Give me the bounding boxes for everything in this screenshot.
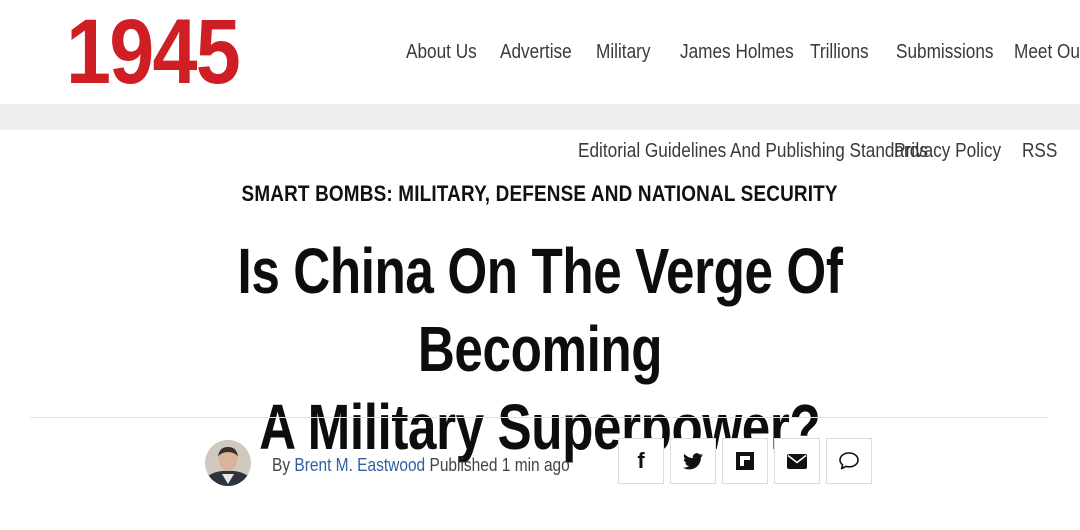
article-page: 1945 About Us Advertise Military James H… <box>0 0 1080 530</box>
headline-line-1: Is China On The Verge Of Becoming <box>237 235 843 385</box>
nav-privacy-policy[interactable]: Privacy Policy <box>894 138 1001 164</box>
published-time: 1 min ago <box>501 455 570 475</box>
nav-military[interactable]: Military <box>596 38 650 66</box>
site-header: 1945 About Us Advertise Military James H… <box>0 0 1080 104</box>
comment-icon <box>839 452 859 470</box>
header-band <box>0 104 1080 130</box>
author-avatar[interactable] <box>205 440 251 486</box>
share-comment-button[interactable] <box>826 438 872 484</box>
facebook-icon: f <box>637 448 645 473</box>
article-category[interactable]: SMART BOMBS: MILITARY, DEFENSE AND NATIO… <box>0 180 1080 208</box>
divider <box>30 417 1048 418</box>
site-logo[interactable]: 1945 <box>66 4 241 100</box>
nav-james-holmes[interactable]: James Holmes <box>680 38 794 66</box>
share-bar: f <box>618 438 872 484</box>
main-nav: About Us Advertise Military James Holmes… <box>406 38 1080 66</box>
nav-editorial-guidelines[interactable]: Editorial Guidelines And Publishing Stan… <box>578 138 928 164</box>
article-headline: Is China On The Verge Of Becoming A Mili… <box>20 232 1060 466</box>
flipboard-icon <box>736 452 754 470</box>
avatar-portrait <box>205 440 251 486</box>
nav-submissions[interactable]: Submissions <box>896 38 994 66</box>
byline: By Brent M. Eastwood Published 1 min ago <box>272 453 570 477</box>
nav-about-us[interactable]: About Us <box>406 38 477 66</box>
byline-prefix: By <box>272 455 291 475</box>
twitter-icon <box>683 452 703 469</box>
share-twitter-button[interactable] <box>670 438 716 484</box>
published-label: Published <box>429 455 498 475</box>
share-email-button[interactable] <box>774 438 820 484</box>
nav-trillions[interactable]: Trillions <box>810 38 869 66</box>
nav-advertise[interactable]: Advertise <box>500 38 572 66</box>
email-icon <box>787 453 807 469</box>
author-link[interactable]: Brent M. Eastwood <box>294 455 425 475</box>
nav-meet-our[interactable]: Meet Our <box>1014 38 1080 66</box>
article-category-label[interactable]: SMART BOMBS: MILITARY, DEFENSE AND NATIO… <box>242 180 838 208</box>
secondary-nav: Editorial Guidelines And Publishing Stan… <box>578 138 1080 164</box>
nav-rss[interactable]: RSS <box>1022 138 1057 164</box>
share-flipboard-button[interactable] <box>722 438 768 484</box>
share-facebook-button[interactable]: f <box>618 438 664 484</box>
